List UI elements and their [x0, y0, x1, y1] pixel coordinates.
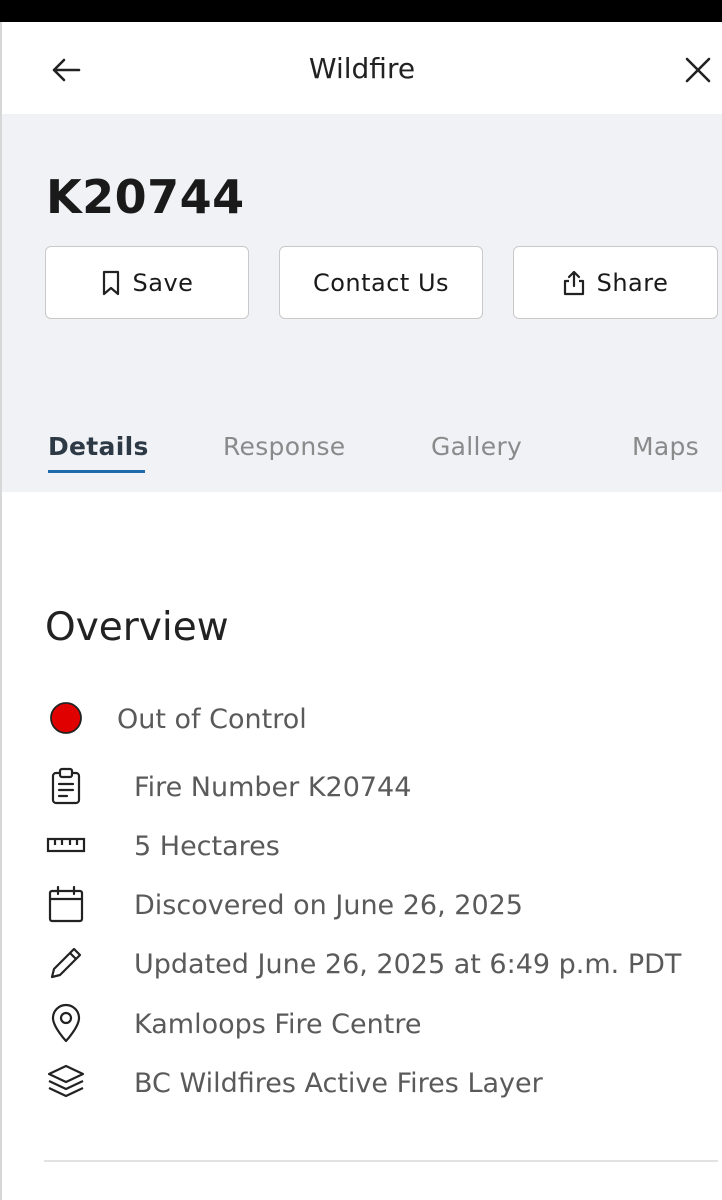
contact-label: Contact Us — [312, 268, 450, 297]
fire-id-heading: K20744 — [46, 170, 245, 224]
overview-heading: Overview — [45, 605, 229, 650]
summary-panel: K20744 Save Contact Us Share Details Res… — [2, 114, 722, 492]
fire-number-text: Fire Number K20744 — [134, 772, 412, 803]
share-button[interactable]: Share — [513, 246, 718, 319]
tab-gallery[interactable]: Gallery — [431, 432, 522, 461]
save-label: Save — [132, 268, 194, 297]
fire-centre-text: Kamloops Fire Centre — [134, 1009, 422, 1040]
active-tab-indicator — [48, 470, 145, 473]
layer-row: BC Wildfires Active Fires Layer — [0, 1060, 722, 1104]
close-button[interactable] — [678, 50, 718, 90]
updated-text: Updated June 26, 2025 at 6:49 p.m. PDT — [134, 949, 682, 980]
tab-response[interactable]: Response — [223, 432, 345, 461]
page-title: Wildfire — [308, 52, 416, 85]
share-icon — [563, 270, 584, 295]
size-text: 5 Hectares — [134, 831, 280, 862]
status-bar — [0, 0, 722, 22]
discovered-text: Discovered on June 26, 2025 — [134, 890, 523, 921]
save-button[interactable]: Save — [45, 246, 249, 319]
status-text: Out of Control — [117, 704, 307, 735]
status-dot-icon — [44, 696, 88, 740]
location-pin-icon — [44, 1001, 88, 1045]
calendar-icon — [44, 882, 88, 926]
contact-us-button[interactable]: Contact Us — [279, 246, 483, 319]
fire-centre-row: Kamloops Fire Centre — [0, 1001, 722, 1045]
status-row: Out of Control — [0, 696, 722, 740]
bookmark-icon — [102, 270, 119, 295]
header: Wildfire — [2, 22, 722, 114]
close-icon — [685, 57, 711, 83]
size-row: 5 Hectares — [0, 823, 722, 867]
section-divider — [44, 1160, 718, 1162]
tab-details[interactable]: Details — [48, 432, 149, 461]
clipboard-icon — [44, 764, 88, 808]
tab-maps[interactable]: Maps — [632, 432, 699, 461]
share-label: Share — [596, 268, 669, 297]
ruler-icon — [44, 823, 88, 867]
pencil-icon — [44, 941, 88, 985]
fire-number-row: Fire Number K20744 — [0, 764, 722, 808]
layer-text[interactable]: BC Wildfires Active Fires Layer — [134, 1068, 543, 1099]
discovered-row: Discovered on June 26, 2025 — [0, 882, 722, 926]
updated-row: Updated June 26, 2025 at 6:49 p.m. PDT — [0, 941, 722, 985]
layers-icon — [44, 1060, 88, 1104]
